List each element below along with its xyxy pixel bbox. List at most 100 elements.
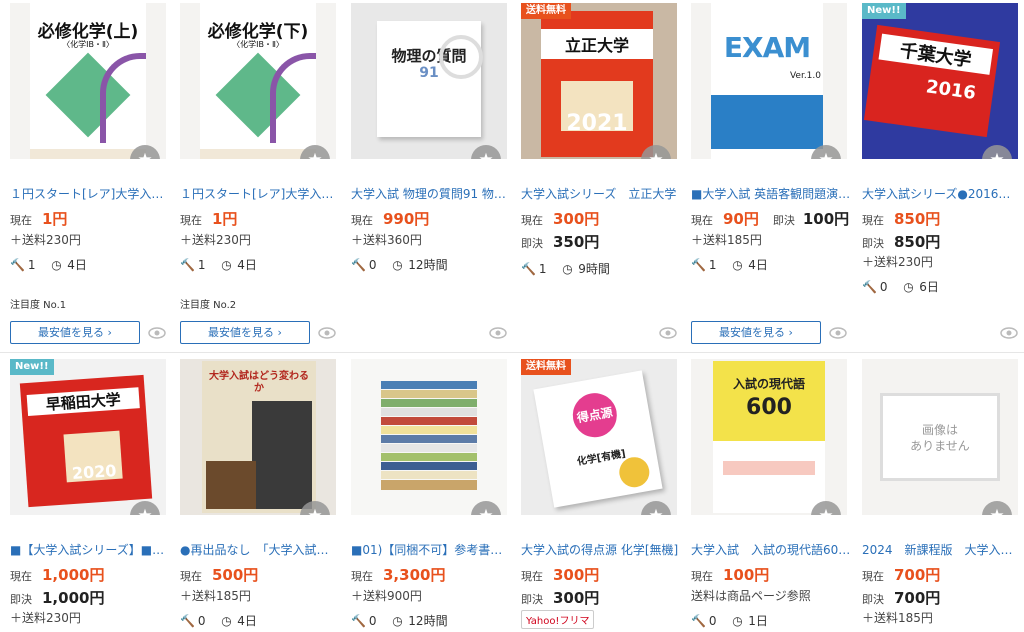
item-title-link[interactable]: ■大学入試 英語客観問題演… — [691, 185, 851, 202]
listing-card[interactable]: 得点源 化学[有機] 送料無料 ★ 大学入試の得点源 化学[無機] 現在 300円… — [521, 359, 687, 629]
gavel-icon: 🔨 — [521, 262, 536, 276]
item-thumbnail[interactable]: 立正大学 2021 送料無料 ★ — [521, 3, 677, 159]
watch-eye-icon[interactable] — [1000, 327, 1018, 339]
current-price-row: 現在 300円 — [521, 564, 599, 585]
book-cover: 必修化学(下) 〈化学ⅠB・Ⅱ〉 — [200, 3, 316, 159]
item-thumbnail[interactable]: 入試の現代語 600 ★ — [691, 359, 847, 515]
gavel-icon: 🔨 — [691, 614, 706, 628]
bid-time-row: 🔨 0 ◷ 12時間 — [351, 256, 448, 273]
bid-count: 1 — [197, 258, 206, 272]
item-title-link[interactable]: 大学入試シリーズ 立正大学 — [521, 185, 681, 202]
item-thumbnail[interactable]: ★ — [351, 359, 507, 515]
item-thumbnail[interactable]: 必修化学(上) 〈化学ⅠB・Ⅱ〉 ★ — [10, 3, 166, 159]
bid-count: 1 — [27, 258, 36, 272]
item-thumbnail[interactable]: 画像は ありません ★ — [862, 359, 1018, 515]
current-price: 700円 — [894, 566, 941, 584]
book-cover: EXAM Ver.1.0 — [711, 3, 823, 159]
cover-title: 大学入試はどう変わるか — [209, 371, 309, 394]
listing-card[interactable]: ★ ■01)【同梱不可】参考書・… 現在 3,300円 ＋送料900円 🔨 0 ◷ … — [351, 359, 517, 629]
shipping-fee: ＋送料185円 — [862, 611, 933, 625]
favorite-star-icon[interactable]: ★ — [641, 501, 671, 515]
free-shipping-badge: 送料無料 — [521, 3, 571, 19]
item-title-link[interactable]: 大学入試 物理の質問91 物理… — [351, 185, 511, 202]
listing-card[interactable]: 必修化学(上) 〈化学ⅠB・Ⅱ〉 ★ １円スタート[レア]大学入試… 現在1円 … — [10, 3, 176, 351]
cheapest-price-button[interactable]: 最安値を見る › — [691, 321, 821, 344]
listing-card[interactable]: 大学入試はどう変わるか ★ ●再出品なし 「大学入試は… 現在 500円 ＋送料1… — [180, 359, 346, 629]
listing-card[interactable]: 早稲田大学 2020 New!! ★ ■【大学入試シリーズ】■【… 現在 1,00… — [10, 359, 176, 629]
item-title-link[interactable]: 2024 新課程版 大学入試… — [862, 541, 1022, 558]
cover-title: 早稲田大学 — [26, 387, 140, 416]
item-title-link[interactable]: 大学入試の得点源 化学[無機] — [521, 541, 681, 558]
book-cover: 物理の質問 91 — [377, 21, 483, 137]
bid-time-row: 🔨 0 ◷ 12時間 — [351, 612, 448, 629]
current-price-row: 現在 1円 — [10, 208, 67, 229]
listing-card[interactable]: 入試の現代語 600 ★ 大学入試 入試の現代語600… 現在 100円 送料は商… — [691, 359, 857, 629]
item-thumbnail[interactable]: EXAM Ver.1.0 ★ — [691, 3, 847, 159]
favorite-star-icon[interactable]: ★ — [471, 501, 501, 515]
favorite-star-icon[interactable]: ★ — [471, 145, 501, 159]
current-label: 現在 — [521, 214, 543, 227]
current-label: 現在 — [691, 214, 713, 227]
current-price: 3,300円 — [383, 566, 446, 584]
item-thumbnail[interactable]: 千葉大学 2016 New!! ★ — [862, 3, 1018, 159]
listing-card[interactable]: 立正大学 2021 送料無料 ★ 大学入試シリーズ 立正大学 現在 300円 即決… — [521, 3, 687, 351]
favorite-star-icon[interactable]: ★ — [130, 501, 160, 515]
search-results-grid: 必修化学(上) 〈化学ⅠB・Ⅱ〉 ★ １円スタート[レア]大学入試… 現在1円 … — [0, 0, 1024, 632]
favorite-star-icon[interactable]: ★ — [982, 145, 1012, 159]
listing-card[interactable]: 必修化学(下) 〈化学ⅠB・Ⅱ〉 ★ １円スタート[レア]大学入試… 現在1円 … — [180, 3, 346, 351]
cover-version: Ver.1.0 — [789, 71, 821, 81]
watch-eye-icon[interactable] — [829, 327, 847, 339]
item-title-link[interactable]: 大学入試シリーズ●2016千… — [862, 185, 1022, 202]
buynow-price: 350円 — [553, 233, 600, 251]
watch-eye-icon[interactable] — [318, 327, 336, 339]
item-title-link[interactable]: ■01)【同梱不可】参考書・… — [351, 541, 511, 558]
cover-number: 600 — [746, 395, 792, 420]
current-price-row: 現在 990円 — [351, 208, 429, 229]
watch-eye-icon[interactable] — [148, 327, 166, 339]
book-cover: 千葉大学 2016 — [863, 24, 1001, 138]
cover-year: 2021 — [566, 111, 628, 136]
item-thumbnail[interactable]: 得点源 化学[有機] 送料無料 ★ — [521, 359, 677, 515]
favorite-star-icon[interactable]: ★ — [982, 501, 1012, 515]
current-price: 1,000円 — [42, 566, 105, 584]
shipping-fee: ＋送料230円 — [10, 611, 81, 625]
buynow-price-row: 即決 350円 — [521, 231, 599, 252]
attention-rank: 注目度 No.1 — [10, 300, 67, 311]
listing-card[interactable]: 千葉大学 2016 New!! ★ 大学入試シリーズ●2016千… 現在 850円… — [862, 3, 1024, 351]
cheapest-price-button[interactable]: 最安値を見る › — [180, 321, 310, 344]
item-title-link[interactable]: ●再出品なし 「大学入試は… — [180, 541, 340, 558]
item-thumbnail[interactable]: 大学入試はどう変わるか ★ — [180, 359, 336, 515]
item-thumbnail[interactable]: 物理の質問 91 ★ — [351, 3, 507, 159]
cover-subtitle: 〈化学ⅠB・Ⅱ〉 — [62, 40, 114, 49]
current-label: 現在 — [180, 214, 202, 227]
no-image-placeholder: 画像は ありません — [880, 393, 1000, 481]
bid-count: 1 — [708, 258, 717, 272]
cheapest-price-button[interactable]: 最安値を見る › — [10, 321, 140, 344]
item-thumbnail[interactable]: 必修化学(下) 〈化学ⅠB・Ⅱ〉 ★ — [180, 3, 336, 159]
current-label: 現在 — [10, 570, 32, 583]
bid-time-row: 🔨 0 ◷ 6日 — [862, 278, 939, 295]
buynow-price: 850円 — [894, 233, 941, 251]
current-label: 現在 — [180, 570, 202, 583]
watch-eye-icon[interactable] — [489, 327, 507, 339]
current-price-row: 現在 1,000円 — [10, 564, 104, 585]
item-title-link[interactable]: １円スタート[レア]大学入試… — [180, 185, 340, 202]
listing-card[interactable]: EXAM Ver.1.0 ★ ■大学入試 英語客観問題演… 現在 90円即決 100… — [691, 3, 857, 351]
clock-icon: ◷ — [903, 280, 914, 294]
item-title-link[interactable]: 大学入試 入試の現代語600… — [691, 541, 851, 558]
cover-year: 2016 — [924, 76, 978, 105]
item-title-link[interactable]: １円スタート[レア]大学入試… — [10, 185, 170, 202]
watch-eye-icon[interactable] — [659, 327, 677, 339]
cover-photo-building — [252, 401, 312, 509]
listing-card[interactable]: 画像は ありません ★ 2024 新課程版 大学入試… 現在 700円 即決 700… — [862, 359, 1024, 629]
bid-count: 0 — [708, 614, 717, 628]
listing-card[interactable]: 物理の質問 91 ★ 大学入試 物理の質問91 物理… 現在 990円 ＋送料36… — [351, 3, 517, 351]
current-label: 現在 — [351, 214, 373, 227]
time-left: 1日 — [748, 614, 768, 628]
gavel-icon: 🔨 — [351, 258, 366, 272]
current-price-row: 現在 700円 — [862, 564, 940, 585]
item-thumbnail[interactable]: 早稲田大学 2020 New!! ★ — [10, 359, 166, 515]
book-cover: 必修化学(上) 〈化学ⅠB・Ⅱ〉 — [30, 3, 146, 159]
item-title-link[interactable]: ■【大学入試シリーズ】■【… — [10, 541, 170, 558]
book-cover: 得点源 化学[有機] — [533, 370, 663, 508]
